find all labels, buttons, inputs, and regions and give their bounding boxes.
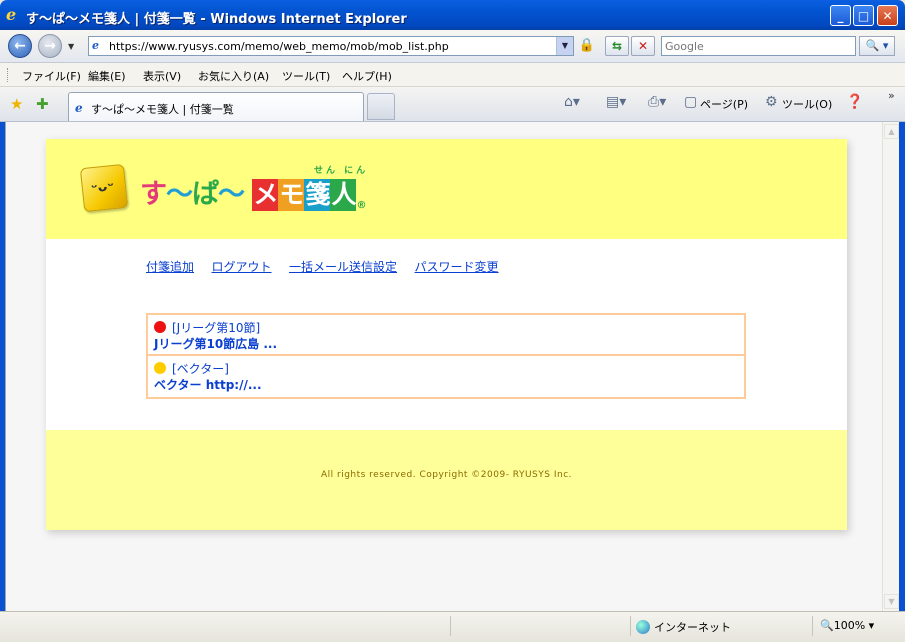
memo-category-link[interactable]: [Jリーグ第10節] [172,319,260,336]
recent-pages-dropdown-icon[interactable]: ▼ [68,42,74,51]
page-container: ᵕᴗᵕ せん にん す〜ぱ〜 メモ箋人® 付箋追加 ログアウト 一括メール送信設… [46,139,847,530]
menu-tools[interactable]: ツール(T) [282,68,330,84]
logout-link[interactable]: ログアウト [212,260,272,274]
ie-logo-icon: e [6,5,17,24]
vertical-scrollbar[interactable]: ▲ ▼ [882,122,900,611]
add-memo-link[interactable]: 付箋追加 [146,260,194,274]
logo-box: 人 [330,179,356,211]
bulk-mail-settings-link[interactable]: 一括メール送信設定 [289,260,397,274]
logo-box: メ [252,179,278,211]
tab-bar: ★ ✚ e す〜ぱ〜メモ箋人 | 付箋一覧 ⌂▾ ▤▾ ⎙▾ ▢ ページ(P) … [0,87,905,122]
registered-mark: ® [356,200,366,211]
search-box[interactable] [661,36,856,56]
change-password-link[interactable]: パスワード変更 [415,260,499,274]
logo-box: 箋 [304,179,330,211]
logo-char: 〜 [218,179,245,210]
window-title: す〜ぱ〜メモ箋人 | 付箋一覧 - Windows Internet Explo… [26,12,407,27]
address-toolbar: ← → ▼ e https://www.ryusys.com/memo/web_… [0,30,905,63]
logo-box: モ [278,179,304,211]
nav-links: 付箋追加 ログアウト 一括メール送信設定 パスワード変更 [146,258,513,275]
red-dot-icon [154,321,166,333]
globe-icon [636,620,650,634]
zoom-level[interactable]: 🔍100% ▾ [820,619,874,632]
tab-page-icon: e [75,101,83,115]
feeds-icon[interactable]: ▤▾ [606,94,626,110]
menu-bar: ファイル(F) 編集(E) 表示(V) お気に入り(A) ツール(T) ヘルプ(… [0,63,905,87]
status-divider [812,616,813,636]
content-viewport: ᵕᴗᵕ せん にん す〜ぱ〜 メモ箋人® 付箋追加 ログアウト 一括メール送信設… [5,122,883,611]
stop-button[interactable]: ✕ [631,36,655,56]
menu-file[interactable]: ファイル(F) [22,68,81,84]
copyright-text: All rights reserved. Copyright ©2009- RY… [320,470,573,480]
status-divider [450,616,451,636]
maximize-button[interactable]: □ [853,5,874,26]
search-input[interactable] [665,38,851,54]
security-zone-label: インターネット [654,621,731,634]
status-divider [630,616,631,636]
tab-active[interactable]: e す〜ぱ〜メモ箋人 | 付箋一覧 [68,92,364,121]
address-url[interactable]: https://www.ryusys.com/memo/web_memo/mob… [109,40,449,53]
page-footer: All rights reserved. Copyright ©2009- RY… [46,430,847,530]
scroll-down-icon[interactable]: ▼ [884,594,899,609]
logo-char: 〜 [166,179,193,210]
tools-menu-button[interactable]: ツール(O) [782,96,832,112]
lock-icon[interactable]: 🔒 [575,36,599,56]
toolbar-grip[interactable] [7,68,10,82]
tab-label: す〜ぱ〜メモ箋人 | 付箋一覧 [91,103,234,116]
yellow-dot-icon [154,362,166,374]
memo-note-logo-icon: ᵕᴗᵕ [79,163,129,213]
status-bar: インターネット 🔍100% ▾ [0,611,905,642]
memo-list: [Jリーグ第10節] Jリーグ第10節広島 ... [ベクター] ベクター ht… [146,313,746,399]
menu-view[interactable]: 表示(V) [143,68,181,84]
menu-help[interactable]: ヘルプ(H) [342,68,392,84]
print-icon[interactable]: ⎙▾ [648,94,666,110]
menu-favorites[interactable]: お気に入り(A) [198,68,269,84]
title-bar: e す〜ぱ〜メモ箋人 | 付箋一覧 - Windows Internet Exp… [0,0,905,30]
page-header: ᵕᴗᵕ せん にん す〜ぱ〜 メモ箋人® [46,139,847,239]
close-button[interactable]: ✕ [877,5,898,26]
page-menu-icon: ▢ [684,94,698,110]
gear-icon: ⚙ [765,94,778,110]
page-icon: e [92,39,99,52]
zoom-value: 100% [833,619,866,632]
new-tab-button[interactable] [367,93,395,120]
security-zone[interactable]: インターネット [636,619,731,635]
minimize-button[interactable]: _ [830,5,851,26]
address-bar[interactable]: e https://www.ryusys.com/memo/web_memo/m… [88,36,574,56]
logo-char: す [140,179,167,210]
home-icon[interactable]: ⌂▾ [564,94,580,110]
add-favorite-icon[interactable]: ✚ [36,95,49,113]
favorites-star-icon[interactable]: ★ [10,95,23,113]
address-dropdown-icon[interactable]: ▼ [556,37,573,55]
search-button[interactable]: 🔍 ▾ [859,36,895,56]
site-logo[interactable]: す〜ぱ〜 メモ箋人® [140,172,366,211]
scroll-up-icon[interactable]: ▲ [884,124,899,139]
window-border-right [899,122,905,611]
memo-text-link[interactable]: Jリーグ第10節広島 ... [154,335,277,352]
help-icon[interactable]: ❓ [846,94,863,110]
memo-category-link[interactable]: [ベクター] [172,360,229,377]
back-button[interactable]: ← [8,34,32,58]
chevron-more-icon[interactable]: » [888,89,895,102]
forward-button[interactable]: → [38,34,62,58]
list-item[interactable]: [ベクター] ベクター http://... [148,356,744,397]
refresh-button[interactable]: ⇆ [605,36,629,56]
memo-text-link[interactable]: ベクター http://... [154,376,262,393]
ie-window: e す〜ぱ〜メモ箋人 | 付箋一覧 - Windows Internet Exp… [0,0,905,642]
page-menu-button[interactable]: ページ(P) [700,96,748,112]
list-item[interactable]: [Jリーグ第10節] Jリーグ第10節広島 ... [148,315,744,356]
menu-edit[interactable]: 編集(E) [88,68,126,84]
smiley-face-icon: ᵕᴗᵕ [90,177,115,197]
logo-char: ぱ [192,179,219,210]
